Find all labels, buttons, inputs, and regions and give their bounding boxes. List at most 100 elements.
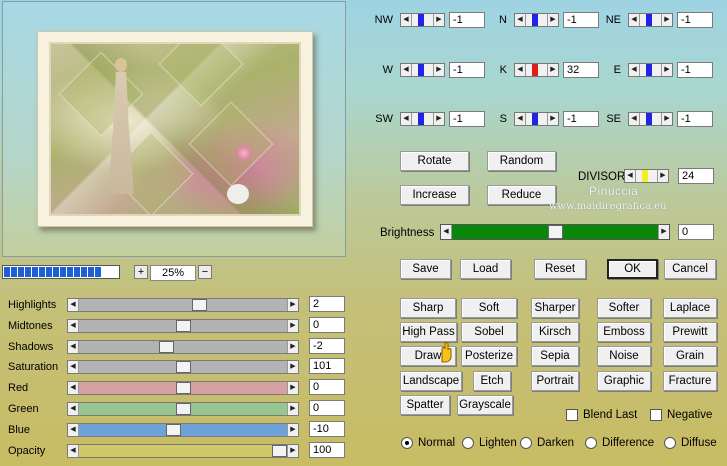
e-slider[interactable]: ◀ ▶: [628, 63, 673, 77]
divisor-field[interactable]: 24: [678, 168, 714, 184]
zoom-out-button[interactable]: −: [198, 265, 212, 279]
high-pass-button[interactable]: High Pass: [400, 322, 457, 342]
n-slider[interactable]: ◀ ▶: [514, 13, 559, 27]
k-slider[interactable]: ◀ ▶: [514, 63, 559, 77]
blue-slider-thumb[interactable]: [166, 423, 181, 436]
arrow-right-icon[interactable]: ▶: [433, 14, 444, 26]
softer-button[interactable]: Softer: [597, 298, 651, 318]
arrow-left-icon[interactable]: ◀: [68, 340, 79, 353]
arrow-left-icon[interactable]: ◀: [515, 14, 526, 26]
arrow-right-icon[interactable]: ▶: [287, 340, 298, 353]
brightness-slider[interactable]: ◀ ▶: [440, 224, 670, 240]
brightness-field[interactable]: 0: [678, 224, 714, 240]
arrow-left-icon[interactable]: ◀: [629, 64, 640, 76]
save-button[interactable]: Save: [400, 259, 451, 279]
rotate-button[interactable]: Rotate: [400, 151, 469, 171]
k-slider-thumb[interactable]: [532, 64, 538, 76]
sw-slider-thumb[interactable]: [418, 113, 424, 125]
k-field[interactable]: 32: [563, 62, 599, 78]
se-field[interactable]: -1: [677, 111, 713, 127]
fracture-button[interactable]: Fracture: [663, 371, 717, 391]
arrow-left-icon[interactable]: ◀: [441, 225, 452, 239]
sharp-button[interactable]: Sharp: [400, 298, 456, 318]
arrow-right-icon[interactable]: ▶: [547, 64, 558, 76]
arrow-right-icon[interactable]: ▶: [287, 299, 298, 311]
s-field[interactable]: -1: [563, 111, 599, 127]
green-slider[interactable]: ◀ ▶: [67, 402, 299, 416]
arrow-left-icon[interactable]: ◀: [68, 403, 79, 415]
arrow-left-icon[interactable]: ◀: [629, 14, 640, 26]
sharper-button[interactable]: Sharper: [531, 298, 579, 318]
random-button[interactable]: Random: [487, 151, 556, 171]
green-field[interactable]: 0: [309, 400, 345, 416]
arrow-left-icon[interactable]: ◀: [625, 170, 636, 182]
divisor-slider-thumb[interactable]: [642, 170, 648, 182]
ok-button[interactable]: OK: [607, 259, 658, 279]
saturation-slider[interactable]: ◀ ▶: [67, 360, 299, 375]
etch-button[interactable]: Etch: [473, 371, 511, 391]
nw-slider-thumb[interactable]: [418, 14, 424, 26]
highlights-slider-thumb[interactable]: [192, 299, 207, 311]
se-slider[interactable]: ◀ ▶: [628, 112, 673, 126]
arrow-right-icon[interactable]: ▶: [433, 64, 444, 76]
shadows-slider-thumb[interactable]: [159, 340, 174, 353]
load-button[interactable]: Load: [460, 259, 511, 279]
midtones-field[interactable]: 0: [309, 316, 345, 333]
n-field[interactable]: -1: [563, 12, 599, 28]
s-slider[interactable]: ◀ ▶: [514, 112, 559, 126]
arrow-right-icon[interactable]: ▶: [657, 170, 668, 182]
arrow-right-icon[interactable]: ▶: [287, 403, 298, 415]
nw-field[interactable]: -1: [449, 12, 485, 28]
arrow-right-icon[interactable]: ▶: [287, 382, 298, 395]
saturation-slider-thumb[interactable]: [176, 361, 191, 374]
portrait-button[interactable]: Portrait: [531, 371, 579, 391]
opacity-slider[interactable]: ◀ ▶: [67, 443, 299, 458]
darken-radio[interactable]: [520, 437, 532, 449]
zoom-in-button[interactable]: +: [134, 265, 148, 279]
arrow-left-icon[interactable]: ◀: [515, 113, 526, 125]
cancel-button[interactable]: Cancel: [664, 259, 716, 279]
spatter-button[interactable]: Spatter: [400, 395, 450, 415]
green-slider-thumb[interactable]: [176, 403, 191, 415]
landscape-button[interactable]: Landscape: [400, 371, 462, 391]
difference-radio[interactable]: [585, 437, 597, 449]
arrow-left-icon[interactable]: ◀: [401, 113, 412, 125]
red-field[interactable]: 0: [309, 379, 345, 396]
arrow-left-icon[interactable]: ◀: [401, 64, 412, 76]
blue-slider[interactable]: ◀ ▶: [67, 422, 299, 437]
soft-button[interactable]: Soft: [461, 298, 517, 318]
brightness-slider-thumb[interactable]: [548, 225, 563, 239]
kirsch-button[interactable]: Kirsch: [531, 322, 579, 342]
arrow-right-icon[interactable]: ▶: [547, 113, 558, 125]
sobel-button[interactable]: Sobel: [461, 322, 517, 342]
arrow-right-icon[interactable]: ▶: [287, 423, 298, 436]
opacity-field[interactable]: 100: [309, 441, 345, 458]
arrow-right-icon[interactable]: ▶: [433, 113, 444, 125]
normal-radio[interactable]: [401, 437, 413, 449]
graphic-button[interactable]: Graphic: [597, 371, 651, 391]
midtones-slider[interactable]: ◀ ▶: [67, 318, 299, 333]
ne-slider-thumb[interactable]: [646, 14, 652, 26]
arrow-left-icon[interactable]: ◀: [68, 299, 79, 311]
arrow-right-icon[interactable]: ▶: [287, 361, 298, 374]
arrow-right-icon[interactable]: ▶: [287, 319, 298, 332]
arrow-left-icon[interactable]: ◀: [68, 361, 79, 374]
red-slider[interactable]: ◀ ▶: [67, 381, 299, 396]
highlights-field[interactable]: 2: [309, 296, 345, 312]
arrow-right-icon[interactable]: ▶: [661, 14, 672, 26]
laplace-button[interactable]: Laplace: [663, 298, 717, 318]
grain-button[interactable]: Grain: [663, 346, 717, 366]
arrow-left-icon[interactable]: ◀: [68, 444, 79, 457]
shadows-slider[interactable]: ◀ ▶: [67, 339, 299, 354]
negative-checkbox[interactable]: [650, 409, 662, 421]
ne-field[interactable]: -1: [677, 12, 713, 28]
prewitt-button[interactable]: Prewitt: [663, 322, 717, 342]
arrow-left-icon[interactable]: ◀: [68, 423, 79, 436]
sepia-button[interactable]: Sepia: [531, 346, 579, 366]
saturation-field[interactable]: 101: [309, 358, 345, 375]
noise-button[interactable]: Noise: [597, 346, 651, 366]
arrow-right-icon[interactable]: ▶: [661, 64, 672, 76]
ne-slider[interactable]: ◀ ▶: [628, 13, 673, 27]
arrow-right-icon[interactable]: ▶: [547, 14, 558, 26]
arrow-right-icon[interactable]: ▶: [658, 225, 669, 239]
